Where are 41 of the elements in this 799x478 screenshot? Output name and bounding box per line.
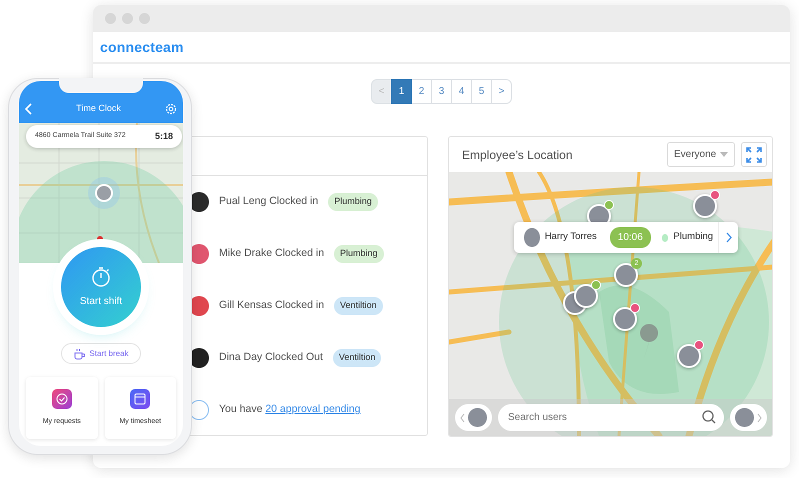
card-title: Employee’s Location [462,146,574,164]
chevron-left-icon[interactable] [460,412,465,422]
calendar-icon [130,388,150,409]
activity-text: Dina Day Clocked Out [219,350,323,366]
activity-text: Pual Leng Clocked in [219,194,318,210]
approval-message: You have 20 approval pending [219,402,360,418]
page-link[interactable]: 2 [411,79,432,104]
settings-icon[interactable] [165,103,177,115]
stopwatch-icon [91,266,111,286]
shift-timer: 10:06 [610,227,651,248]
check-icon [52,388,72,409]
department-tag: Ventiltion [332,349,382,367]
department-label: Plumbing [673,230,714,244]
page-link[interactable]: > [491,79,512,104]
page-link[interactable]: 5 [471,79,492,104]
department-tag: Plumbing [328,193,378,211]
avatar [524,228,540,247]
activity-text: Gill Kensas Clocked in [219,298,324,314]
page-link[interactable]: 3 [431,79,452,104]
expand-button[interactable] [741,142,767,167]
start-shift-button[interactable]: Start shift [61,247,141,327]
back-icon[interactable] [25,103,32,115]
search-icon[interactable] [702,410,716,424]
logo: connecteam [100,38,184,56]
approval-link[interactable]: 20 approval pending [265,403,360,416]
page-link[interactable]: 4 [451,79,472,104]
search-field[interactable]: Search users [498,404,724,431]
screen-title: Time Clock [75,102,122,114]
activity-text: Mike Drake Clocked in [219,246,324,262]
elapsed-time: 5:18 [154,130,173,143]
department-tag: Ventiltion [334,297,383,315]
department-tag: Plumbing [334,245,384,263]
page-link[interactable]: 1 [391,79,412,104]
cup-icon [73,348,86,360]
start-break-button[interactable]: Start break [61,343,141,364]
status-dot [662,234,668,242]
employee-name: Harry Torres [544,230,597,244]
caret-icon [720,152,728,157]
chevron-right-icon[interactable] [726,232,732,243]
chevron-right-icon[interactable] [757,412,762,422]
filter-dropdown[interactable]: Everyone [667,142,735,167]
